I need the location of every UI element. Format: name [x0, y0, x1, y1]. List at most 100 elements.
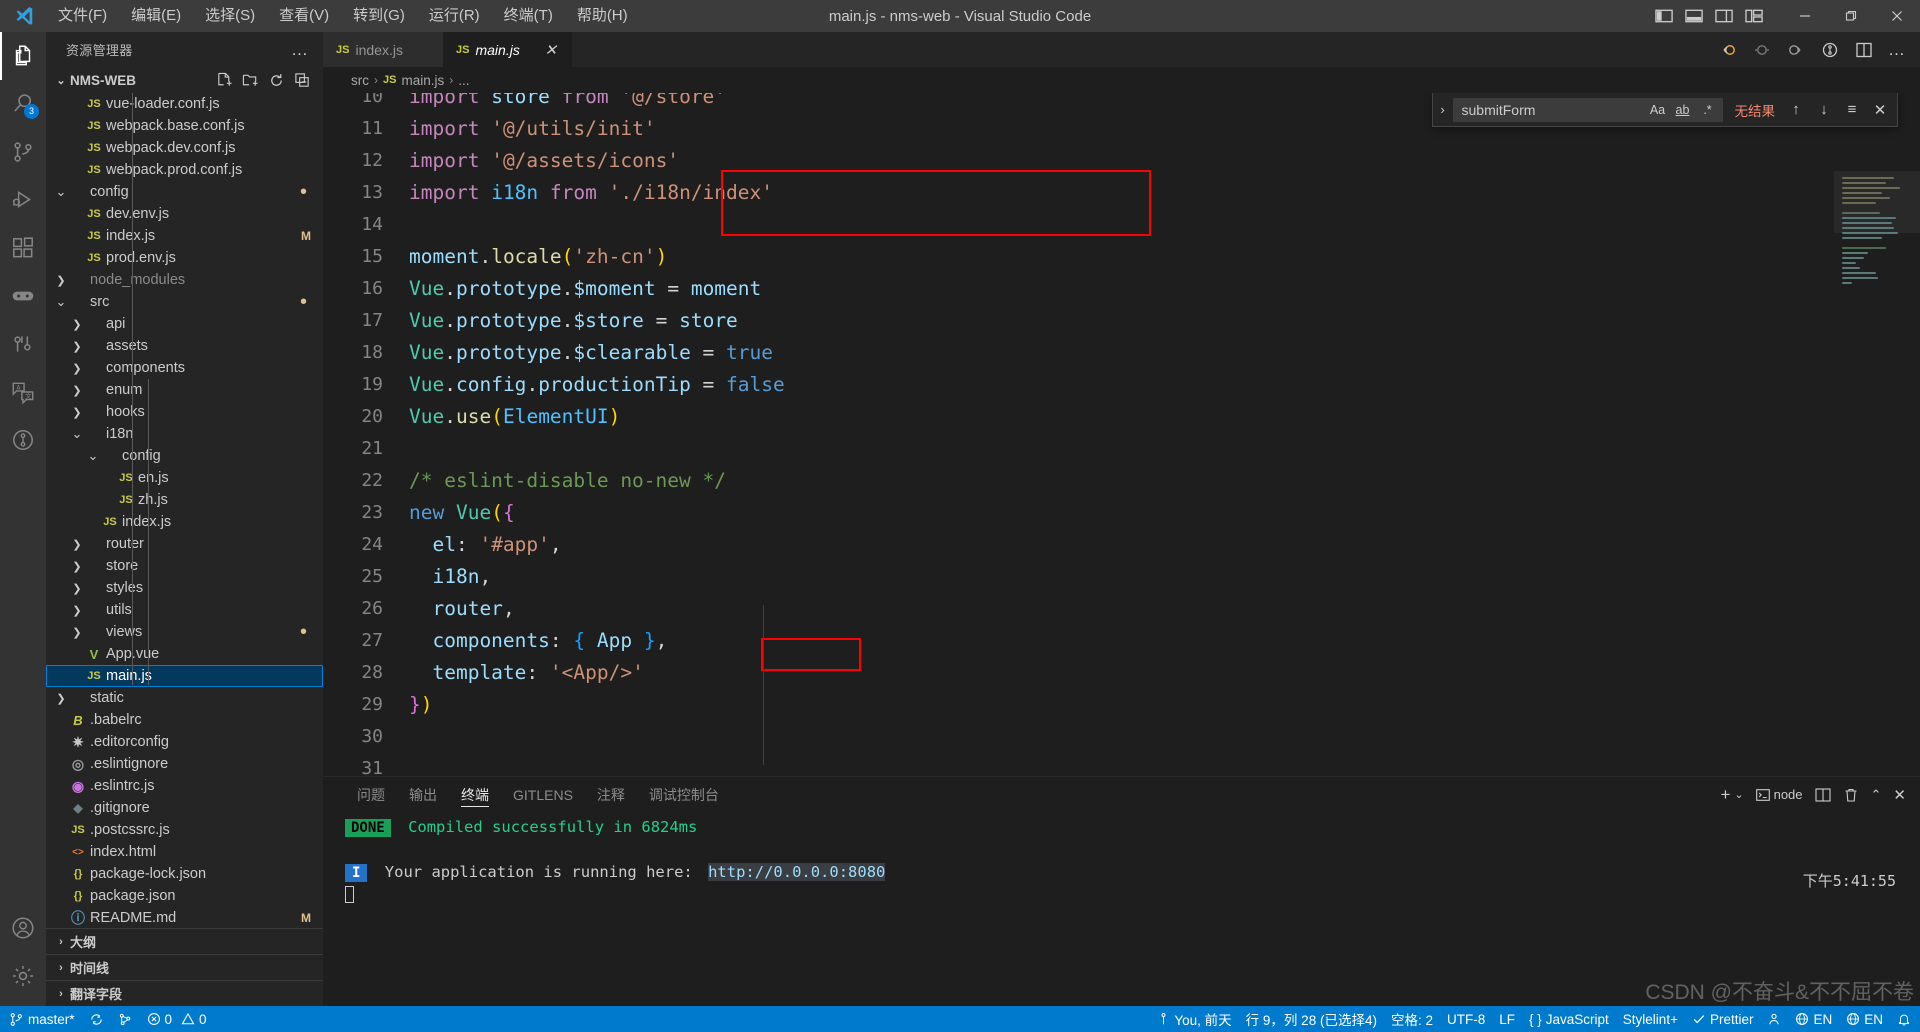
code-line-23[interactable]: 23 new Vue({ [323, 497, 1920, 529]
find-in-selection-icon[interactable]: ≡ [1841, 99, 1863, 121]
code-line-18[interactable]: 18 Vue.prototype.$clearable = true [323, 337, 1920, 369]
tree-item-webpack-base-conf-js[interactable]: JS webpack.base.conf.js [46, 115, 323, 137]
tree-item-router[interactable]: ❯ router [46, 533, 323, 555]
tab-problems[interactable]: 问题 [345, 777, 397, 812]
code-line-25[interactable]: 25 i18n, [323, 561, 1920, 593]
find-options[interactable]: Aa ab .* [1648, 100, 1718, 120]
menu-file[interactable]: 文件(F) [46, 2, 119, 30]
circle-icon[interactable] [1752, 41, 1772, 59]
code-line-27[interactable]: 27 components: { App }, [323, 625, 1920, 657]
menu-edit[interactable]: 编辑(E) [119, 2, 193, 30]
code-line-21[interactable]: 21 [323, 433, 1920, 465]
code-line-15[interactable]: 15 moment.locale('zh-cn') [323, 241, 1920, 273]
match-whole-word-icon[interactable]: ab [1673, 100, 1693, 120]
status-account[interactable] [1760, 1006, 1788, 1032]
status-sync[interactable] [82, 1006, 111, 1032]
tree-item-i18n[interactable]: ⌄ i18n [46, 423, 323, 445]
find-buttons[interactable]: ↑ ↓ ≡ ✕ [1785, 99, 1891, 121]
status-gitlens[interactable] [111, 1006, 140, 1032]
minimize-button[interactable] [1782, 0, 1828, 32]
status-gitlens-blame[interactable]: You, 前天 [1150, 1006, 1238, 1032]
tree-item-config[interactable]: ⌄ config [46, 445, 323, 467]
tree-item-index-js[interactable]: JS index.js M [46, 225, 323, 247]
status-notifications[interactable] [1890, 1006, 1918, 1032]
tree-item-index-js[interactable]: JS index.js [46, 511, 323, 533]
code-line-31[interactable]: 31 [323, 753, 1920, 776]
tree-item-config[interactable]: ⌄ config • [46, 181, 323, 203]
app-url[interactable]: http://0.0.0.0:8080 [708, 863, 886, 881]
maximize-button[interactable] [1828, 0, 1874, 32]
code-line-30[interactable]: 30 [323, 721, 1920, 753]
code-line-24[interactable]: 24 el: '#app', [323, 529, 1920, 561]
tree-item--gitignore[interactable]: ◆ .gitignore [46, 797, 323, 819]
tree-item-app-vue[interactable]: VApp.vue [46, 643, 323, 665]
tree-item--editorconfig[interactable]: ✷ .editorconfig [46, 731, 323, 753]
code-line-28[interactable]: 28 template: '<App/>' [323, 657, 1920, 689]
tree-item-webpack-prod-conf-js[interactable]: JS webpack.prod.conf.js [46, 159, 323, 181]
close-panel-icon[interactable]: ✕ [1893, 786, 1906, 804]
breadcrumb-main-js[interactable]: main.js [401, 73, 444, 88]
tree-item--eslintrc-js[interactable]: ◉ .eslintrc.js [46, 775, 323, 797]
previous-match-icon[interactable]: ↑ [1785, 99, 1807, 121]
tree-item-webpack-dev-conf-js[interactable]: JS webpack.dev.conf.js [46, 137, 323, 159]
tree-item-enum[interactable]: ❯ enum [46, 379, 323, 401]
code-content[interactable]: 10 import store from '@/store' 11 import '@… [323, 93, 1920, 776]
customize-layout-icon[interactable] [1745, 8, 1764, 24]
match-case-icon[interactable]: Aa [1648, 100, 1668, 120]
panel-tab-bar[interactable]: 问题 输出 终端 GITLENS 注释 调试控制台 + ⌄ node ⌃ ✕ [323, 777, 1920, 812]
panel-actions[interactable]: + ⌄ node ⌃ ✕ [1720, 785, 1920, 805]
activitybar-item-source-control[interactable] [0, 128, 46, 176]
menu-help[interactable]: 帮助(H) [565, 2, 640, 30]
menu-bar[interactable]: 文件(F) 编辑(E) 选择(S) 查看(V) 转到(G) 运行(R) 终端(T… [46, 2, 640, 30]
status-prettier[interactable]: Prettier [1685, 1006, 1761, 1032]
tab-debug-console[interactable]: 调试控制台 [637, 777, 731, 812]
tree-item-en-js[interactable]: JS en.js [46, 467, 323, 489]
code-line-19[interactable]: 19 Vue.config.productionTip = false [323, 369, 1920, 401]
tree-item-node-modules[interactable]: ❯ node_modules [46, 269, 323, 291]
breadcrumb[interactable]: src › JS main.js › ... [323, 67, 1920, 93]
code-editor[interactable]: 10 import store from '@/store' 11 import '@… [323, 93, 1920, 776]
more-actions-icon[interactable]: … [1888, 40, 1906, 60]
tree-item-package-json[interactable]: {} package.json [46, 885, 323, 907]
close-find-icon[interactable]: ✕ [1869, 99, 1891, 121]
collapse-all-icon[interactable] [294, 72, 311, 89]
status-problems[interactable]: 0 0 [140, 1006, 214, 1032]
activitybar-item-search[interactable]: 3 [0, 80, 46, 128]
window-buttons[interactable] [1782, 0, 1920, 32]
toggle-replace-icon[interactable]: › [1433, 102, 1453, 117]
editor-toolbar[interactable]: … [1718, 32, 1920, 67]
close-button[interactable] [1874, 0, 1920, 32]
tree-item-main-js[interactable]: JS main.js [46, 665, 323, 687]
activitybar-item-settings-sync[interactable] [0, 320, 46, 368]
tree-item-styles[interactable]: ❯ styles [46, 577, 323, 599]
tab-output[interactable]: 输出 [397, 777, 449, 812]
gitlens-blame-icon[interactable] [1820, 41, 1840, 59]
tree-item-static[interactable]: ❯ static [46, 687, 323, 709]
breadcrumb-src[interactable]: src [351, 73, 369, 88]
toggle-panel-icon[interactable] [1685, 8, 1704, 24]
explorer-actions[interactable] [216, 72, 323, 89]
toggle-primary-sidebar-icon[interactable] [1655, 8, 1674, 24]
breadcrumb-symbols[interactable]: ... [458, 73, 469, 88]
refresh-icon[interactable] [268, 72, 285, 89]
tab-terminal[interactable]: 终端 [449, 777, 501, 812]
code-line-29[interactable]: 29}) [323, 689, 1920, 721]
code-line-13[interactable]: 13 import i18n from './i18n/index' [323, 177, 1920, 209]
tree-item-package-lock-json[interactable]: {} package-lock.json [46, 863, 323, 885]
terminal-output[interactable]: DONE Compiled successfully in 6824ms I Y… [323, 812, 1920, 1006]
tree-item-api[interactable]: ❯ api [46, 313, 323, 335]
code-line-26[interactable]: 26 router, [323, 593, 1920, 625]
activitybar-item-translate[interactable]: A 文 [0, 368, 46, 416]
menu-selection[interactable]: 选择(S) [193, 2, 267, 30]
go-back-icon[interactable] [1718, 41, 1738, 59]
tree-item-hooks[interactable]: ❯ hooks [46, 401, 323, 423]
sidebar-more-actions-icon[interactable]: … [291, 40, 315, 60]
code-line-12[interactable]: 12 import '@/assets/icons' [323, 145, 1920, 177]
code-line-22[interactable]: 22 /* eslint-disable no-new */ [323, 465, 1920, 497]
toggle-secondary-sidebar-icon[interactable] [1715, 8, 1734, 24]
close-tab-icon[interactable]: ✕ [542, 41, 560, 59]
new-file-icon[interactable] [216, 72, 233, 89]
split-editor-icon[interactable] [1854, 41, 1874, 59]
tree-item-assets[interactable]: ❯ assets [46, 335, 323, 357]
tree-item-components[interactable]: ❯ components [46, 357, 323, 379]
